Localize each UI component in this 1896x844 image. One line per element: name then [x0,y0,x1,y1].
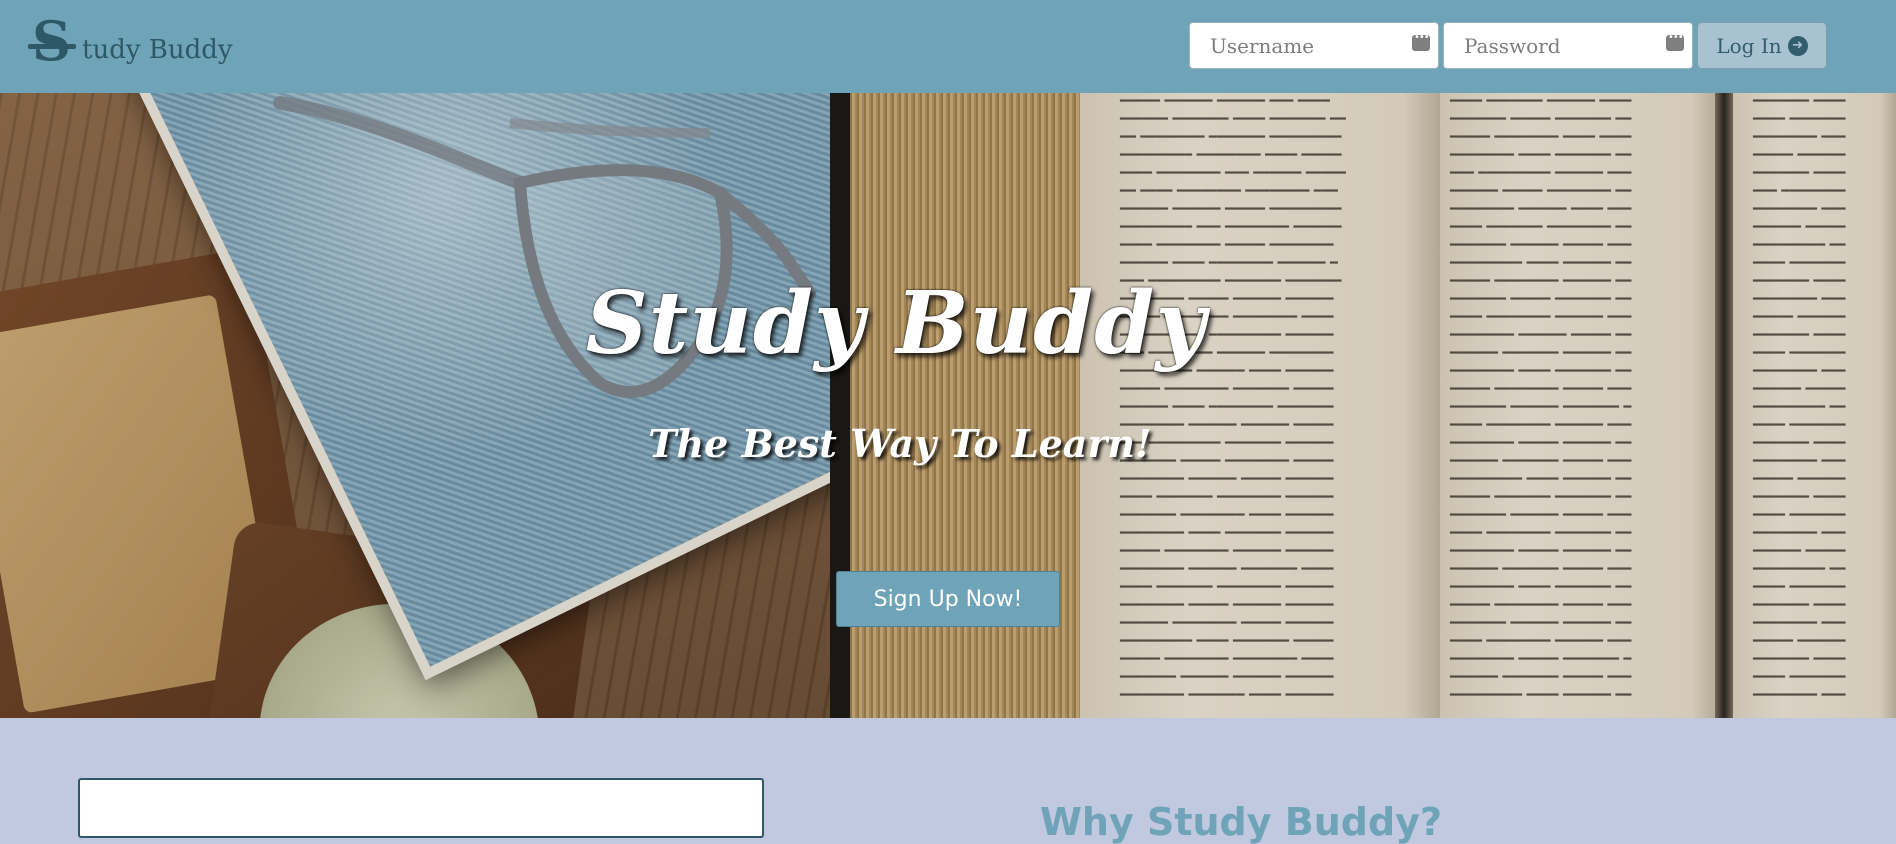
logo-icon: S [28,14,80,70]
brand-name: tudy Buddy [82,35,233,65]
hero-section: ━━━━━ ━━━━━━ ━━━━━━ ━━━ ━━━━ ━━━━━━ ━━━━… [0,93,1896,718]
hero-title: Study Buddy [585,273,1207,374]
login-button[interactable]: Log In ➜ [1697,22,1827,69]
navbar: S tudy Buddy Log In ➜ [0,0,1896,93]
login-button-label: Log In [1716,33,1782,58]
hero-subtitle: The Best Way To Learn! [648,421,1152,466]
arrow-circle-right-icon: ➜ [1787,35,1808,56]
brand-logo-link[interactable]: S tudy Buddy [28,14,233,70]
password-input[interactable] [1444,23,1692,68]
login-form: Log In ➜ [1189,22,1827,69]
why-study-buddy-heading: Why Study Buddy? [1040,800,1442,844]
signup-button[interactable]: Sign Up Now! [836,571,1060,627]
username-field-wrapper [1189,22,1439,69]
features-section: Why Study Buddy? [0,718,1896,844]
password-manager-icon[interactable] [1412,32,1430,51]
feature-card [78,778,764,838]
password-field-wrapper [1443,22,1693,69]
password-manager-icon[interactable] [1666,32,1684,51]
username-input[interactable] [1190,23,1438,68]
